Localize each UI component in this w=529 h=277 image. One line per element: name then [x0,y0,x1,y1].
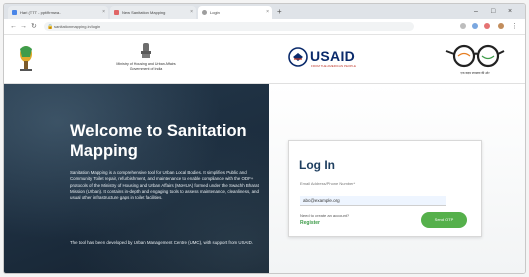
register-link[interactable]: Register [300,220,320,226]
tab-label: Hari (TTT - ppt/firmwa.. [20,10,62,15]
usaid-tagline: FROM THE AMERICAN PEOPLE [311,64,356,68]
close-tab-icon[interactable]: × [190,6,193,19]
reload-icon[interactable]: ↻ [31,21,37,32]
swachh-bharat-glasses-icon [445,44,505,68]
extension-icon[interactable] [472,23,478,29]
profile-avatar[interactable] [498,23,504,29]
file-icon [12,10,17,15]
browser-tab-1[interactable]: Hari (TTT - ppt/firmwa.. × [8,6,108,19]
tab-label: New Sanitation Mapping [122,10,166,15]
globe-icon [202,10,207,15]
hero-panel: Welcome to Sanitation Mapping Sanitation… [4,84,269,273]
browser-menu-icon[interactable]: ⋮ [511,21,518,32]
hero-description: Sanitation Mapping is a comprehensive to… [70,170,259,201]
usaid-wordmark: USAID [310,48,356,64]
national-emblem-icon [141,43,151,58]
maximize-button[interactable]: □ [491,6,495,17]
login-panel: Log In Email Address/Phone Number* Need … [269,84,525,273]
email-phone-label: Email Address/Phone Number* [300,181,356,186]
swachh-bharat-logo: एक कदम स्वच्छता की ओर [444,41,506,77]
browser-tab-2[interactable]: New Sanitation Mapping × [110,6,196,19]
back-arrow-icon[interactable]: ← [10,21,17,32]
page-icon [114,10,119,15]
close-tab-icon[interactable]: × [266,6,269,19]
extension-icon[interactable] [460,23,466,29]
tab-label: Login [210,10,220,15]
hero-credit: The tool has been developed by Urban Man… [70,240,254,245]
browser-tab-3-active[interactable]: Login × [198,6,272,19]
extension-icon[interactable] [484,23,490,29]
new-tab-button[interactable]: + [277,6,282,18]
register-question: Need to create an account? [300,213,350,218]
browser-tab-strip: Hari (TTT - ppt/firmwa.. × New Sanitatio… [4,4,525,19]
screen-frame: Hari (TTT - ppt/firmwa.. × New Sanitatio… [3,3,526,274]
url-text: sanitationmapping.in/login [54,24,101,29]
minimize-button[interactable]: – [474,6,478,17]
ministry-text: Ministry of Housing and Urban Affairs Go… [116,62,176,71]
send-otp-button[interactable]: Send OTP [421,212,467,228]
login-card: Log In Email Address/Phone Number* Need … [288,140,482,237]
url-field[interactable]: 🔒 sanitationmapping.in/login [44,22,414,31]
hero-title: Welcome to Sanitation Mapping [70,122,247,160]
lock-icon: 🔒 [47,24,54,30]
login-title: Log In [299,158,335,172]
swachh-caption: एक कदम स्वच्छता की ओर [460,71,490,75]
email-phone-input[interactable] [300,196,446,206]
state-emblem-icon [20,46,32,71]
usaid-logo: USAID FROM THE AMERICAN PEOPLE [288,47,358,71]
browser-address-bar: ← → ↻ 🔒 sanitationmapping.in/login ⋮ [4,19,525,35]
usaid-seal-icon [288,47,308,67]
site-header: Ministry of Housing and Urban Affairs Go… [4,35,525,84]
close-tab-icon[interactable]: × [102,6,105,19]
close-window-button[interactable]: × [508,6,512,17]
forward-arrow-icon[interactable]: → [20,21,27,32]
